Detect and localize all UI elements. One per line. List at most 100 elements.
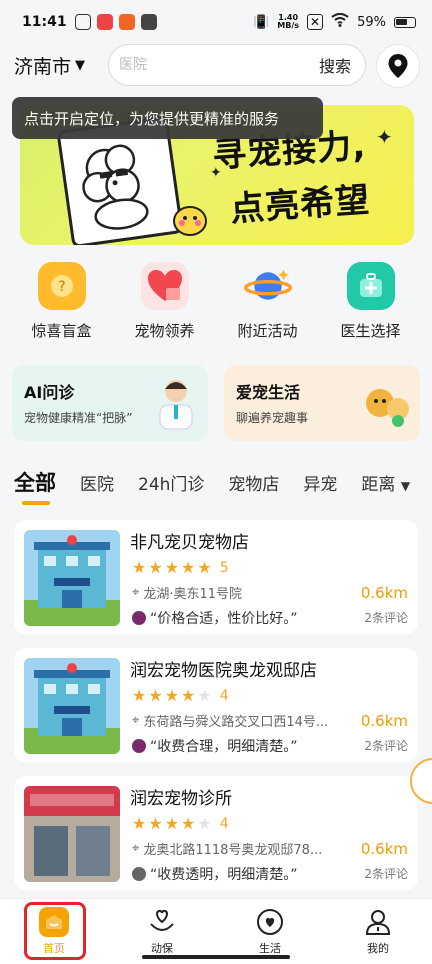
reviewer-avatar [132, 611, 146, 625]
star-icon: ★ [164, 686, 180, 705]
shop-thumbnail [24, 530, 120, 626]
search-input[interactable] [119, 57, 319, 73]
tab-24h-clinic[interactable]: 24h门诊 [138, 470, 204, 495]
shop-distance: 0.6km [360, 840, 408, 858]
shop-review: “收费合理，明细清楚。” [132, 736, 298, 756]
search-button[interactable]: 搜索 [319, 53, 351, 77]
pin-icon: ⌖ [132, 841, 140, 856]
shop-card[interactable]: 润宏宠物医院奥龙观邸店 ★ ★ ★ ★ ★ 4 ⌖ 东荷路与舜义路交叉口西14号... 0… [14, 648, 418, 762]
quick-nav-surprise-box[interactable]: ? 惊喜盲盒 [12, 262, 112, 352]
shop-name: 润宏宠物诊所 [130, 789, 232, 809]
review-count[interactable]: 2条评论 [364, 865, 408, 882]
rating-score: 5 [219, 559, 229, 576]
pin-icon: ⌖ [132, 713, 140, 728]
star-icon: ★ [181, 558, 196, 577]
shop-name: 润宏宠物医院奥龙观邸店 [130, 661, 317, 681]
caret-down-icon: ▼ [400, 478, 411, 493]
shop-thumbnail [24, 786, 120, 882]
sparkle-icon: ✦ [210, 165, 222, 181]
vibrate-icon: 📳 [253, 14, 270, 30]
star-icon: ★ [197, 558, 212, 577]
app-notification-icon [140, 14, 157, 30]
tab-distance-sort[interactable]: 距离 ▼ [361, 470, 410, 495]
review-count[interactable]: 2条评论 [364, 609, 408, 626]
heart-circle-icon [255, 907, 285, 937]
person-icon [363, 907, 393, 937]
hand-heart-icon [147, 907, 177, 937]
shop-review: “收费透明，明细清楚。” [132, 864, 298, 884]
quick-nav-label: 医生选择 [340, 322, 401, 340]
sparkle-icon: ✦ [376, 125, 393, 149]
star-icon: ★ [164, 814, 180, 833]
nav-life[interactable]: 生活 [235, 907, 305, 956]
app-notification-icon [118, 14, 135, 30]
review-count[interactable]: 2条评论 [364, 737, 408, 754]
quick-nav-nearby-events[interactable]: 附近活动 [218, 262, 318, 352]
quick-nav-label: 宠物领养 [134, 322, 195, 340]
quick-nav: ? 惊喜盲盒 宠物领养 附近活动 医生选择 [0, 262, 432, 352]
tab-exotic-pets[interactable]: 异宠 [303, 470, 337, 495]
reviewer-avatar [132, 739, 146, 753]
shop-address: ⌖ 龙奥北路1118号奥龙观邸78... [132, 841, 323, 858]
shop-card[interactable]: 非凡宠贝宠物店 ★ ★ ★ ★ ★ 5 ⌖ 龙湖·奥东11号院 0.6km “价格合适，性… [14, 520, 418, 634]
quick-nav-pet-adoption[interactable]: 宠物领养 [115, 262, 215, 352]
rating-score: 4 [219, 687, 229, 704]
star-icon: ★ [181, 814, 196, 833]
star-icon: ★ [148, 686, 163, 705]
tab-hospital[interactable]: 医院 [80, 470, 114, 495]
dog-cat-illustration [362, 379, 412, 429]
city-name: 济南市 [14, 56, 72, 78]
star-icon: ★ [132, 814, 147, 833]
banner-chick-illustration [170, 201, 210, 237]
nav-animal-protection[interactable]: 动保 [127, 907, 197, 956]
app-notification-icon [96, 14, 113, 30]
heart-box-icon [140, 262, 189, 310]
star-icon: ★ [132, 558, 147, 577]
star-empty-icon: ★ [197, 686, 212, 705]
star-rating: ★ ★ ★ ★ ★ 5 [132, 558, 229, 577]
nav-label: 我的 [367, 942, 389, 955]
battery-percent: 59% [357, 14, 386, 30]
shop-address: ⌖ 东荷路与舜义路交叉口西14号... [132, 713, 329, 730]
blind-box-icon: ? [37, 262, 86, 310]
location-tooltip[interactable]: 点击开启定位，为您提供更精准的服务 [12, 97, 323, 139]
shop-name: 非凡宠贝宠物店 [130, 533, 249, 553]
caret-down-icon: ▼ [75, 58, 86, 73]
shop-distance: 0.6km [360, 712, 408, 730]
nav-profile[interactable]: 我的 [343, 907, 413, 956]
app-notification-icon [74, 14, 91, 30]
svg-text:?: ? [58, 279, 65, 295]
search-bar[interactable]: 搜索 [108, 44, 366, 86]
star-icon: ★ [148, 814, 163, 833]
rating-score: 4 [219, 815, 229, 832]
map-location-button[interactable] [376, 44, 420, 88]
tab-pet-store[interactable]: 宠物店 [228, 470, 279, 495]
shop-card[interactable]: 润宏宠物诊所 ★ ★ ★ ★ ★ 4 ⌖ 龙奥北路1118号奥龙观邸78... 0.6km… [14, 776, 418, 890]
city-selector[interactable]: 济南市 ▼ [14, 52, 85, 79]
medical-kit-icon [346, 262, 395, 310]
tab-all[interactable]: 全部 [14, 467, 56, 505]
quick-nav-label: 附近活动 [237, 322, 298, 340]
home-highlight-box [24, 902, 86, 960]
doctor-avatar-icon [154, 375, 198, 431]
nav-label: 动保 [151, 942, 173, 955]
network-speed: 1.40 MB/s [277, 13, 300, 30]
star-icon: ★ [164, 558, 180, 577]
banner-title-line2: 点亮希望 [229, 180, 372, 230]
nav-label: 生活 [259, 942, 281, 955]
no-sim-icon: ✕ [307, 14, 324, 30]
reviewer-avatar [132, 867, 146, 881]
battery-icon [394, 16, 416, 28]
planet-icon [243, 262, 292, 310]
pet-life-card[interactable]: 爱宠生活 聊遍养宠趣事 [224, 365, 420, 441]
ai-consult-card[interactable]: AI问诊 宠物健康精准“把脉” [12, 365, 208, 441]
gesture-bar[interactable] [142, 955, 290, 959]
shop-review: “价格合适，性价比好。” [132, 608, 298, 628]
star-rating: ★ ★ ★ ★ ★ 4 [132, 686, 229, 705]
star-icon: ★ [148, 558, 163, 577]
shop-distance: 0.6km [360, 584, 408, 602]
shop-thumbnail [24, 658, 120, 754]
wifi-icon [331, 13, 349, 31]
quick-nav-doctor-selection[interactable]: 医生选择 [321, 262, 421, 352]
star-rating: ★ ★ ★ ★ ★ 4 [132, 814, 229, 833]
